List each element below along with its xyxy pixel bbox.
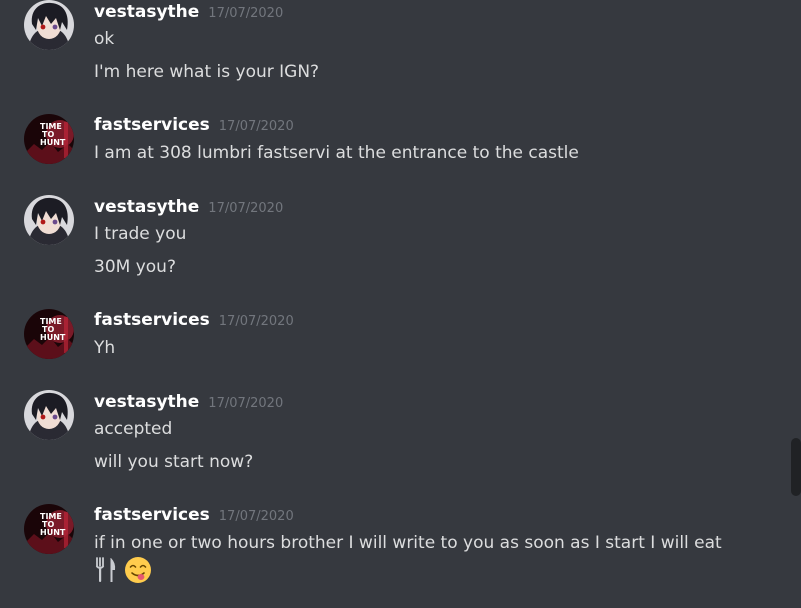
anime-character-avatar-icon (24, 0, 74, 50)
message-header: fastservices 17/07/2020 (94, 505, 294, 525)
username[interactable]: vestasythe (94, 2, 199, 22)
scrollbar-thumb[interactable] (791, 438, 801, 496)
username[interactable]: vestasythe (94, 392, 199, 412)
message-header: vestasythe 17/07/2020 (94, 197, 283, 217)
anime-character-avatar-icon (24, 390, 74, 440)
message-header: fastservices 17/07/2020 (94, 310, 294, 330)
username[interactable]: fastservices (94, 115, 210, 135)
avatar[interactable]: TIME TO HUNT (24, 309, 74, 359)
message-text: 30M you? (94, 257, 176, 277)
timestamp: 17/07/2020 (218, 509, 294, 524)
timestamp: 17/07/2020 (208, 201, 284, 216)
message-text: if in one or two hours brother I will wr… (94, 533, 722, 553)
anime-character-avatar-icon (24, 195, 74, 245)
timestamp: 17/07/2020 (218, 119, 294, 134)
message-text: I'm here what is your IGN? (94, 62, 320, 82)
username[interactable]: fastservices (94, 505, 210, 525)
timestamp: 17/07/2020 (208, 6, 284, 21)
message-text: accepted (94, 419, 173, 439)
avatar[interactable]: TIME TO HUNT (24, 114, 74, 164)
avatar-text: HUNT (40, 528, 66, 537)
avatar[interactable] (24, 390, 74, 440)
message-header: vestasythe 17/07/2020 (94, 2, 283, 22)
message-header: vestasythe 17/07/2020 (94, 392, 283, 412)
avatar[interactable] (24, 0, 74, 50)
message-text: I trade you (94, 224, 187, 244)
timestamp: 17/07/2020 (208, 396, 284, 411)
avatar-text: HUNT (40, 138, 66, 147)
yum-face-icon[interactable] (124, 556, 152, 584)
emoji-row (94, 556, 152, 584)
timestamp: 17/07/2020 (218, 314, 294, 329)
message-text: I am at 308 lumbri fastservi at the entr… (94, 143, 579, 163)
time-to-hunt-avatar-icon: TIME TO HUNT (24, 504, 74, 554)
avatar[interactable]: TIME TO HUNT (24, 504, 74, 554)
username[interactable]: vestasythe (94, 197, 199, 217)
time-to-hunt-avatar-icon: TIME TO HUNT (24, 114, 74, 164)
avatar[interactable] (24, 195, 74, 245)
avatar-text: HUNT (40, 333, 66, 342)
username[interactable]: fastservices (94, 310, 210, 330)
message-text: ok (94, 29, 115, 49)
message-header: fastservices 17/07/2020 (94, 115, 294, 135)
time-to-hunt-avatar-icon: TIME TO HUNT (24, 309, 74, 359)
message-text: Yh (94, 338, 116, 358)
fork-and-knife-icon[interactable] (94, 557, 118, 583)
message-text: will you start now? (94, 452, 254, 472)
